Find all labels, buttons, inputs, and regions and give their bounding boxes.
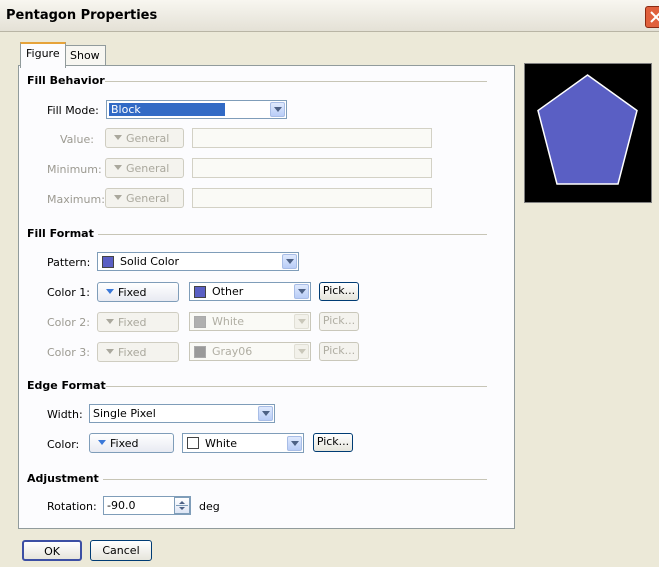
minimum-mode-label: General [126, 162, 170, 175]
pentagon-shape [537, 74, 638, 185]
triangle-down-icon [114, 135, 122, 140]
triangle-down-icon [106, 289, 114, 294]
maximum-label: Maximum: [47, 193, 105, 206]
triangle-down-icon [114, 165, 122, 170]
color3-pick-button[interactable]: Pick... [319, 342, 359, 361]
chevron-down-icon[interactable] [270, 102, 285, 117]
rotation-spinner[interactable] [174, 497, 190, 514]
edge-color-pick-button[interactable]: Pick... [313, 433, 353, 452]
color3-mode-button[interactable]: Fixed [97, 342, 179, 362]
color1-mode-button[interactable]: Fixed [97, 282, 179, 302]
maximum-mode-label: General [126, 192, 170, 205]
divider [103, 479, 487, 480]
value-input[interactable] [192, 128, 432, 148]
triangle-down-icon [114, 195, 122, 200]
chevron-down-icon[interactable] [287, 436, 302, 451]
edge-color-select[interactable]: White [182, 433, 304, 453]
shape-preview [524, 63, 652, 203]
color2-mode-label: Fixed [118, 316, 147, 329]
color3-value: Gray06 [212, 345, 253, 358]
color2-pick-button[interactable]: Pick... [319, 312, 359, 331]
triangle-down-icon [106, 319, 114, 324]
chevron-down-icon[interactable] [294, 284, 309, 299]
color1-mode-label: Fixed [118, 286, 147, 299]
edge-format-heading: Edge Format [27, 379, 106, 392]
color1-swatch [194, 286, 206, 298]
color2-swatch [194, 316, 206, 328]
chevron-down-icon[interactable] [258, 406, 273, 421]
minimum-input[interactable] [192, 158, 432, 178]
color3-mode-label: Fixed [118, 346, 147, 359]
tab-figure-label: Figure [26, 47, 60, 60]
color2-select[interactable]: White [189, 312, 311, 331]
window-title: Pentagon Properties [6, 8, 158, 23]
minimum-label: Minimum: [47, 163, 102, 176]
close-icon [650, 11, 659, 23]
divider [106, 386, 487, 387]
edge-color-label: Color: [47, 438, 80, 451]
maximum-input[interactable] [192, 188, 432, 208]
rotation-value: -90.0 [107, 499, 136, 512]
pattern-label: Pattern: [47, 256, 91, 269]
chevron-down-icon[interactable] [282, 254, 297, 269]
color1-label: Color 1: [47, 286, 90, 299]
chevron-down-icon[interactable] [294, 314, 309, 329]
color1-pick-button[interactable]: Pick... [319, 282, 359, 301]
tab-show-label: Show [70, 49, 100, 62]
color3-label: Color 3: [47, 346, 90, 359]
cancel-button[interactable]: Cancel [90, 540, 152, 561]
spinner-arrows-icon [176, 501, 188, 510]
color2-value: White [212, 315, 244, 328]
edge-color-mode-button[interactable]: Fixed [89, 433, 174, 453]
maximum-mode-button[interactable]: General [105, 188, 184, 208]
width-label: Width: [47, 408, 83, 421]
adjustment-heading: Adjustment [27, 472, 99, 485]
color3-swatch [194, 346, 206, 358]
divider [105, 81, 487, 82]
divider [98, 234, 487, 235]
value-label: Value: [60, 133, 94, 146]
width-value: Single Pixel [93, 407, 156, 420]
edge-color-swatch [187, 437, 199, 449]
close-button[interactable] [645, 6, 659, 28]
value-mode-button[interactable]: General [105, 128, 184, 148]
ok-button[interactable]: OK [22, 540, 82, 561]
fill-mode-select[interactable]: Block [106, 100, 287, 119]
edge-color-value: White [205, 437, 237, 450]
color3-select[interactable]: Gray06 [189, 342, 311, 361]
tab-show[interactable]: Show [64, 45, 106, 66]
tab-figure[interactable]: Figure [20, 42, 66, 68]
pattern-select[interactable]: Solid Color [97, 252, 299, 271]
triangle-down-icon [106, 349, 114, 354]
width-select[interactable]: Single Pixel [89, 404, 275, 423]
pattern-swatch [102, 256, 114, 268]
fill-mode-value: Block [109, 103, 225, 116]
value-mode-label: General [126, 132, 170, 145]
chevron-down-icon[interactable] [294, 344, 309, 359]
edge-color-mode-label: Fixed [110, 437, 139, 450]
fill-behavior-heading: Fill Behavior [27, 74, 105, 87]
fill-format-heading: Fill Format [27, 227, 94, 240]
color1-select[interactable]: Other [189, 282, 311, 301]
color2-label: Color 2: [47, 316, 90, 329]
color2-mode-button[interactable]: Fixed [97, 312, 179, 332]
rotation-unit: deg [199, 500, 220, 513]
minimum-mode-button[interactable]: General [105, 158, 184, 178]
fill-mode-label: Fill Mode: [47, 104, 99, 117]
color1-value: Other [212, 285, 244, 298]
rotation-input[interactable]: -90.0 [103, 496, 191, 515]
triangle-down-icon [98, 440, 106, 445]
rotation-label: Rotation: [47, 500, 97, 513]
pattern-value: Solid Color [120, 255, 180, 268]
